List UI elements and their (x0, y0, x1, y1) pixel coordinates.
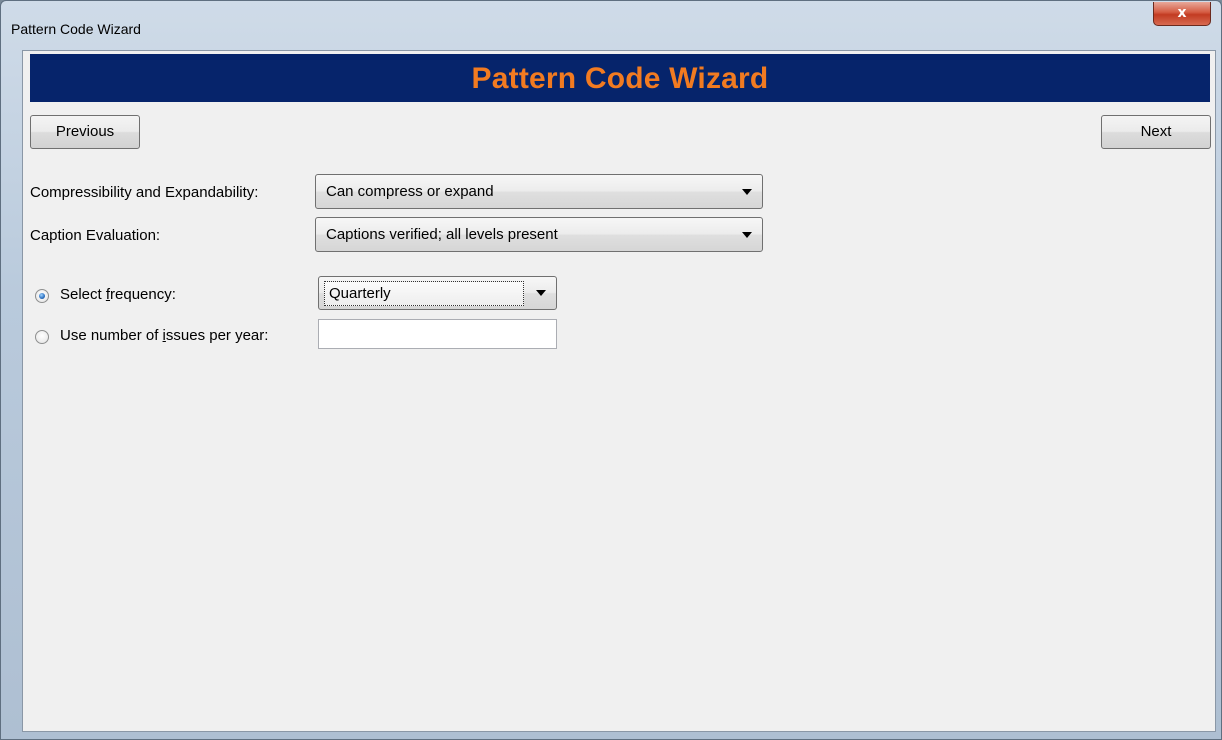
issues-per-year-radio[interactable] (35, 330, 49, 344)
caption-evaluation-dropdown[interactable]: Captions verified; all levels present (315, 217, 763, 252)
select-frequency-radio[interactable] (35, 289, 49, 303)
select-frequency-label-text: Select (60, 286, 106, 303)
select-frequency-label-rest: requency: (110, 286, 176, 303)
frequency-value: Quarterly (329, 285, 391, 302)
compressibility-dropdown[interactable]: Can compress or expand (315, 174, 763, 209)
title-bar: Pattern Code Wizard x (1, 1, 1221, 45)
issues-per-year-label-text: Use number of (60, 327, 163, 344)
issues-per-year-label[interactable]: Use number of issues per year: (60, 327, 268, 344)
chevron-down-icon (742, 189, 752, 195)
compressibility-label: Compressibility and Expandability: (30, 184, 259, 201)
frequency-value-box: Quarterly (324, 281, 524, 306)
caption-evaluation-label: Caption Evaluation: (30, 227, 161, 244)
close-icon: x (1177, 5, 1187, 21)
next-button[interactable]: Next (1101, 115, 1211, 149)
wizard-content: Pattern Code Wizard Previous Next Compre… (22, 50, 1216, 732)
frequency-dropdown[interactable]: Quarterly (318, 276, 557, 310)
chevron-down-icon (536, 290, 546, 296)
window-title: Pattern Code Wizard (11, 21, 141, 37)
banner: Pattern Code Wizard (30, 54, 1210, 102)
caption-evaluation-value: Captions verified; all levels present (326, 226, 558, 243)
issues-per-year-input[interactable] (318, 319, 557, 349)
wizard-window: Pattern Code Wizard x Pattern Code Wizar… (0, 0, 1222, 740)
compressibility-value: Can compress or expand (326, 183, 494, 200)
close-button[interactable]: x (1153, 2, 1211, 26)
banner-title: Pattern Code Wizard (471, 62, 769, 95)
chevron-down-icon (742, 232, 752, 238)
issues-per-year-label-rest: ssues per year: (165, 327, 269, 344)
previous-button[interactable]: Previous (30, 115, 140, 149)
select-frequency-label[interactable]: Select frequency: (60, 286, 176, 303)
